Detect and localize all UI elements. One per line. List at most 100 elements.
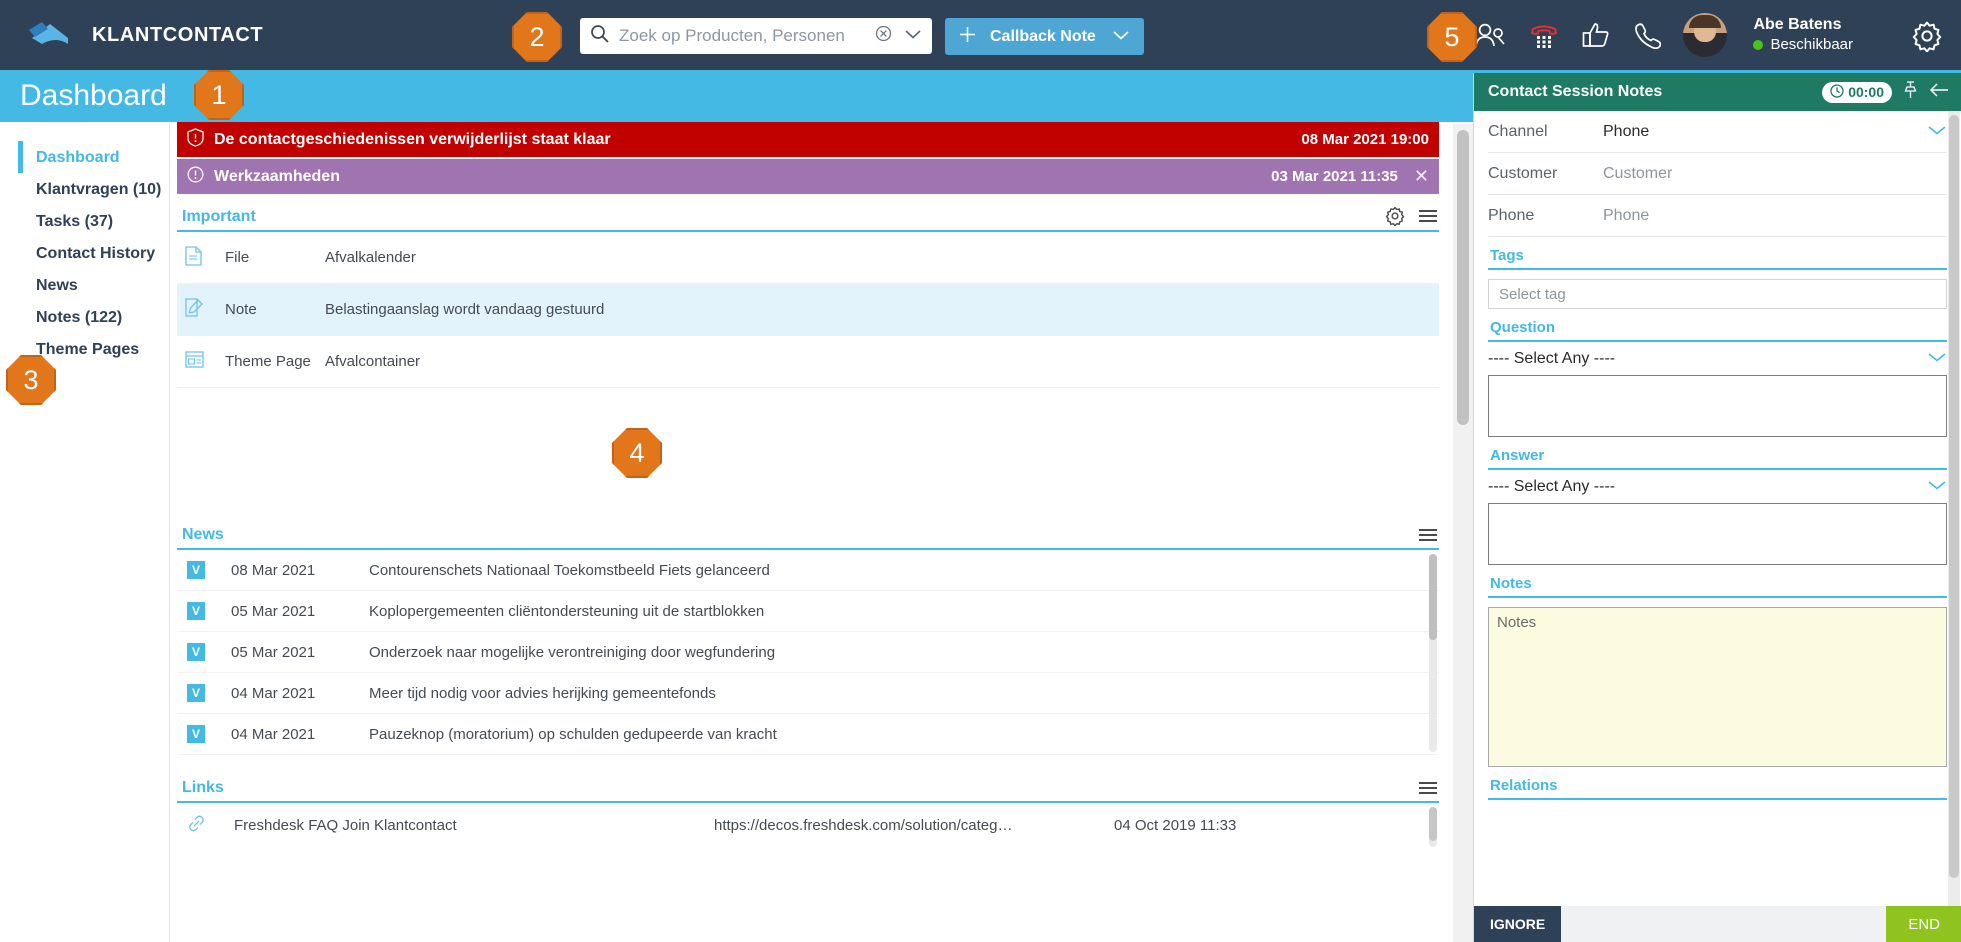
hamburger-menu-icon[interactable]: [1419, 207, 1437, 225]
ignore-button[interactable]: IGNORE: [1474, 906, 1562, 942]
important-panel: Important File Afvalkalender Note Belast…: [177, 196, 1439, 388]
arrow-left-icon[interactable]: [1929, 82, 1949, 103]
alert-time: 03 Mar 2021 11:35: [1271, 168, 1398, 185]
gear-icon[interactable]: [1385, 206, 1405, 226]
clear-circle-icon[interactable]: [875, 25, 892, 47]
news-panel-header: News: [177, 516, 1439, 550]
session-timer: 00:00: [1822, 81, 1892, 103]
question-select[interactable]: ---- Select Any ----: [1488, 342, 1947, 375]
news-panel-title: News: [182, 526, 224, 543]
field-label: Phone: [1488, 206, 1535, 224]
table-row[interactable]: Theme Page Afvalcontainer: [177, 336, 1439, 388]
right-panel-scrollbar-thumb[interactable]: [1949, 115, 1959, 878]
sidebar-item-notes[interactable]: Notes (122): [0, 302, 169, 333]
search-box[interactable]: [580, 18, 932, 54]
field-value: Phone: [1603, 206, 1650, 224]
field-customer[interactable]: Customer Customer: [1488, 153, 1947, 195]
links-panel: Links Freshdesk FAQ Join Klantcontact ht…: [177, 769, 1439, 847]
dialpad-icon[interactable]: [1529, 21, 1559, 49]
close-icon[interactable]: ✕: [1414, 166, 1429, 187]
thumbs-up-icon[interactable]: [1581, 21, 1611, 49]
hamburger-menu-icon[interactable]: [1419, 526, 1437, 544]
avatar[interactable]: [1683, 13, 1728, 57]
sidebar-item-label: Tasks (37): [36, 212, 114, 230]
sidebar-item-tasks[interactable]: Tasks (37): [0, 206, 169, 237]
search-icon: [590, 24, 609, 48]
field-value: Customer: [1603, 164, 1673, 182]
tag-input-placeholder: Select tag: [1499, 285, 1566, 303]
list-item[interactable]: V 08 Mar 2021 Contourenschets Nationaal …: [177, 550, 1439, 591]
important-panel-header: Important: [177, 196, 1439, 232]
links-scrollbar[interactable]: [1429, 807, 1437, 847]
user-block[interactable]: Abe Batens Beschikbaar: [1753, 15, 1853, 55]
contact-session-notes-header: Contact Session Notes 00:00: [1474, 73, 1961, 111]
field-label: Channel: [1488, 122, 1548, 140]
news-badge-icon: V: [187, 602, 205, 620]
news-scrollbar-thumb[interactable]: [1429, 554, 1437, 640]
pin-icon[interactable]: [1903, 80, 1918, 104]
table-row[interactable]: File Afvalkalender: [177, 232, 1439, 284]
contact-session-notes-panel: Contact Session Notes 00:00 Channel Phon…: [1473, 73, 1961, 942]
notes-heading: Notes: [1488, 565, 1947, 598]
gear-icon[interactable]: [1911, 20, 1943, 52]
row-title: Belastingaanslag wordt vandaag gestuurd: [325, 301, 605, 318]
search-input[interactable]: [619, 26, 875, 46]
important-panel-title: Important: [182, 208, 256, 225]
question-select-value: ---- Select Any ----: [1488, 349, 1616, 367]
file-icon: [185, 245, 225, 270]
sidebar-item-contact-history[interactable]: Contact History: [0, 238, 169, 269]
table-row[interactable]: Note Belastingaanslag wordt vandaag gest…: [177, 284, 1439, 336]
callback-note-button[interactable]: Callback Note: [945, 18, 1144, 55]
list-item[interactable]: V 04 Mar 2021 Pauzeknop (moratorium) op …: [177, 714, 1439, 755]
alert-banner-critical[interactable]: De contactgeschiedenissen verwijderlijst…: [177, 122, 1439, 157]
news-date: 04 Mar 2021: [231, 684, 316, 702]
user-name: Abe Batens: [1753, 16, 1842, 33]
links-scrollbar-thumb[interactable]: [1429, 807, 1437, 841]
sidebar-item-dashboard[interactable]: Dashboard: [0, 141, 169, 173]
answer-select[interactable]: ---- Select Any ----: [1488, 470, 1947, 503]
list-item[interactable]: V 05 Mar 2021 Onderzoek naar mogelijke v…: [177, 632, 1439, 673]
row-title: Afvalcontainer: [325, 353, 421, 370]
field-label: Customer: [1488, 164, 1558, 182]
news-date: 04 Mar 2021: [231, 725, 316, 743]
end-button[interactable]: END: [1886, 906, 1961, 942]
answer-select-value: ---- Select Any ----: [1488, 477, 1616, 495]
brand-name: KLANTCONTACT: [92, 23, 264, 46]
notes-textarea[interactable]: Notes: [1488, 607, 1947, 767]
chevron-down-icon[interactable]: [1927, 123, 1947, 141]
search-area: [580, 18, 932, 54]
main-content: De contactgeschiedenissen verwijderlijst…: [170, 122, 1453, 942]
sidebar-item-news[interactable]: News: [0, 270, 169, 301]
question-textarea[interactable]: [1488, 375, 1947, 437]
chevron-down-icon[interactable]: [904, 27, 922, 45]
brand[interactable]: KLANTCONTACT: [26, 18, 263, 52]
chevron-down-icon[interactable]: [1112, 28, 1130, 46]
contacts-icon[interactable]: [1473, 21, 1507, 49]
sidebar-item-label: Dashboard: [36, 148, 120, 166]
chevron-down-icon[interactable]: [1927, 350, 1947, 368]
hamburger-menu-icon[interactable]: [1419, 779, 1437, 797]
phone-icon[interactable]: [1633, 21, 1662, 49]
link-name: Freshdesk FAQ Join Klantcontact: [234, 816, 457, 834]
main-scrollbar[interactable]: [1453, 124, 1473, 942]
chevron-down-icon[interactable]: [1927, 478, 1947, 496]
main-scrollbar-thumb[interactable]: [1457, 130, 1469, 425]
list-item[interactable]: Freshdesk FAQ Join Klantcontact https://…: [177, 803, 1439, 847]
list-item[interactable]: V 05 Mar 2021 Koplopergemeenten cliënton…: [177, 591, 1439, 632]
answer-textarea[interactable]: [1488, 503, 1947, 565]
news-scrollbar[interactable]: [1429, 554, 1437, 752]
relations-heading: Relations: [1488, 767, 1947, 800]
alert-banner-info[interactable]: Werkzaamheden 03 Mar 2021 11:35 ✕: [177, 159, 1439, 194]
sidebar-item-klantvragen[interactable]: Klantvragen (10): [0, 174, 169, 205]
field-phone[interactable]: Phone Phone: [1488, 195, 1947, 237]
right-panel-scrollbar[interactable]: [1948, 111, 1960, 906]
user-status: Beschikbaar: [1753, 35, 1853, 55]
links-panel-header: Links: [177, 769, 1439, 803]
news-title: Contourenschets Nationaal Toekomstbeeld …: [369, 561, 770, 579]
tag-input[interactable]: Select tag: [1488, 279, 1947, 309]
sidebar-item-label: Klantvragen (10): [36, 180, 162, 198]
field-channel[interactable]: Channel Phone: [1488, 111, 1947, 153]
list-item[interactable]: V 04 Mar 2021 Meer tijd nodig voor advie…: [177, 673, 1439, 714]
row-type: File: [225, 249, 250, 266]
note-edit-icon: [185, 297, 225, 322]
